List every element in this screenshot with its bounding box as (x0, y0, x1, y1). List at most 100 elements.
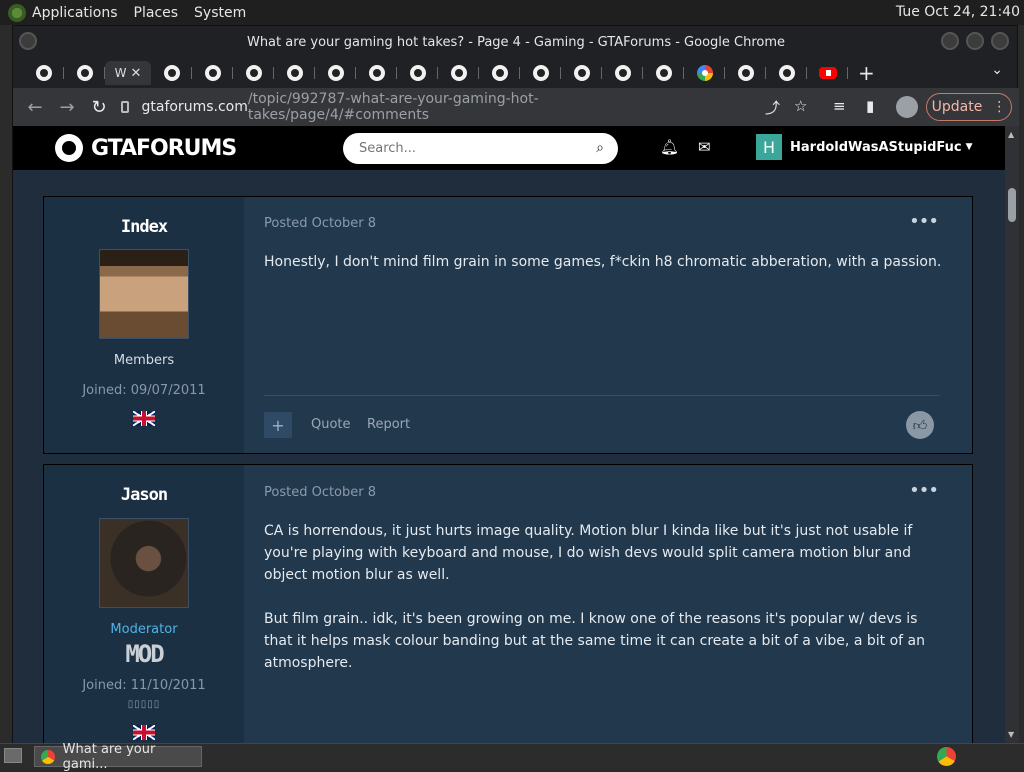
notifications-bell-icon[interactable]: 🔔︎ (660, 138, 679, 156)
update-button[interactable]: Update ⋮ (926, 93, 1012, 121)
tab-search-icon[interactable]: ⌄ (991, 62, 1003, 78)
gtaforums-favicon-icon (204, 65, 221, 81)
tray-chrome-icon[interactable] (937, 747, 956, 766)
more-options-icon[interactable]: ••• (909, 480, 939, 501)
post-body: Posted October 8 ••• Honestly, I don't m… (244, 197, 972, 453)
close-tab-icon[interactable]: ✕ (130, 66, 141, 81)
tab[interactable] (684, 61, 725, 85)
author-name[interactable]: Jason (44, 485, 244, 505)
new-tab-button[interactable]: + (858, 61, 875, 85)
taskbar: What are your gami... (0, 742, 1024, 772)
scroll-up-icon[interactable]: ▲ (1008, 130, 1014, 139)
author-avatar[interactable] (99, 518, 189, 608)
tab[interactable] (315, 61, 356, 85)
multiquote-plus-button[interactable]: + (264, 412, 292, 438)
tab[interactable] (766, 61, 807, 85)
menu-places[interactable]: Places (134, 5, 179, 21)
quote-button[interactable]: Quote (311, 417, 351, 432)
gtaforums-favicon-icon (778, 65, 795, 81)
tab[interactable] (602, 61, 643, 85)
bookmark-star-icon[interactable]: ☆ (794, 97, 807, 115)
menu-system[interactable]: System (194, 5, 246, 21)
moderator-badge: MOD (125, 640, 164, 668)
post-author-panel: Jason Moderator MOD Joined: 11/10/2011 ▯… (44, 465, 244, 744)
tab[interactable] (520, 61, 561, 85)
tab[interactable] (397, 61, 438, 85)
distro-logo-icon[interactable] (8, 3, 26, 22)
back-icon[interactable]: ← (19, 97, 51, 118)
window-titlebar[interactable]: What are your gaming hot takes? - Page 4… (13, 26, 1019, 58)
user-menu[interactable]: H HardoldWasAStupidFuc ▼ (756, 134, 973, 160)
more-options-icon[interactable]: ••• (909, 211, 939, 232)
tab[interactable] (807, 61, 848, 85)
messages-envelope-icon[interactable]: ✉ (698, 138, 711, 156)
reading-list-icon[interactable]: ≡ (833, 97, 846, 115)
site-logo[interactable]: GTAFORUMS (55, 134, 237, 162)
post-paragraph: But film grain.. idk, it's been growing … (264, 611, 925, 671)
username: HardoldWasAStupidFuc (790, 139, 962, 155)
post-author-panel: Index Members Joined: 09/07/2011 (44, 197, 244, 453)
minimize-icon[interactable] (941, 32, 959, 50)
side-panel-icon[interactable]: ▮ (866, 97, 874, 115)
browser-window: What are your gaming hot takes? - Page 4… (12, 25, 1019, 744)
tab[interactable] (64, 61, 105, 85)
menu-applications[interactable]: Applications (32, 5, 118, 21)
share-icon[interactable]: ⤴ (765, 97, 780, 118)
author-joined: Joined: 11/10/2011 (82, 678, 206, 693)
url-path: /topic/992787-what-are-your-gaming-hot-t… (247, 91, 539, 123)
tab[interactable] (356, 61, 397, 85)
youtube-favicon-icon (818, 67, 837, 79)
post-body: Posted October 8 ••• CA is horrendous, i… (244, 465, 972, 744)
forward-icon[interactable]: → (51, 97, 83, 118)
system-panel: Applications Places System Tue Oct 24, 2… (0, 0, 1024, 25)
gtaforums-favicon-icon (491, 65, 508, 81)
update-label: Update (931, 99, 983, 115)
like-thumb-icon[interactable]: 👍︎ (906, 411, 934, 439)
window-menu-icon[interactable] (19, 32, 37, 50)
tab[interactable] (192, 61, 233, 85)
report-button[interactable]: Report (367, 417, 410, 432)
author-name[interactable]: Index (44, 217, 244, 237)
gtaforums-favicon-icon (450, 65, 467, 81)
tab[interactable] (274, 61, 315, 85)
tab[interactable] (23, 61, 64, 85)
address-bar[interactable]: gtaforums.com/topic/992787-what-are-your… (121, 91, 601, 123)
lock-icon[interactable] (121, 101, 130, 113)
tab[interactable] (725, 61, 766, 85)
author-group: Members (113, 353, 175, 368)
post-paragraph: Honestly, I don't mind film grain in som… (264, 254, 942, 270)
post-date[interactable]: Posted October 8 (264, 485, 376, 500)
chrome-icon (41, 749, 55, 764)
scroll-thumb[interactable] (1008, 188, 1016, 222)
search-icon[interactable]: ⌕ (596, 140, 604, 156)
page-scrollbar[interactable]: ▲ ▼ (1005, 126, 1019, 744)
tab-active[interactable]: W ✕ (105, 61, 151, 85)
site-search-box: ⌕ (343, 133, 618, 164)
uk-flag-icon (133, 725, 155, 740)
post-date[interactable]: Posted October 8 (264, 216, 376, 231)
site-search-input[interactable] (359, 141, 584, 156)
scroll-down-icon[interactable]: ▼ (1008, 730, 1014, 739)
taskbar-window-item[interactable]: What are your gami... (34, 742, 202, 772)
reload-icon[interactable]: ↻ (83, 97, 115, 118)
tab[interactable] (643, 61, 684, 85)
post-content: Honestly, I don't mind film grain in som… (264, 251, 944, 273)
site-logo-text: GTAFORUMS (91, 135, 237, 161)
google-favicon-icon (696, 65, 713, 81)
author-avatar[interactable] (99, 249, 189, 339)
tab[interactable] (233, 61, 274, 85)
tab[interactable] (479, 61, 520, 85)
tab[interactable] (438, 61, 479, 85)
reputation-pips-icon: ▯▯▯▯▯ (127, 699, 161, 710)
browser-toolbar: ← → ↻ gtaforums.com/topic/992787-what-ar… (13, 88, 1019, 126)
show-desktop-icon[interactable] (4, 748, 22, 763)
close-window-icon[interactable] (991, 32, 1009, 50)
tab[interactable] (561, 61, 602, 85)
maximize-icon[interactable] (966, 32, 984, 50)
profile-avatar-icon[interactable] (896, 96, 918, 118)
gtaforums-favicon-icon (35, 65, 52, 81)
system-clock[interactable]: Tue Oct 24, 21:40 (896, 4, 1020, 20)
gtaforums-favicon-icon (614, 65, 631, 81)
tab[interactable] (151, 61, 192, 85)
uk-flag-icon (133, 411, 155, 426)
